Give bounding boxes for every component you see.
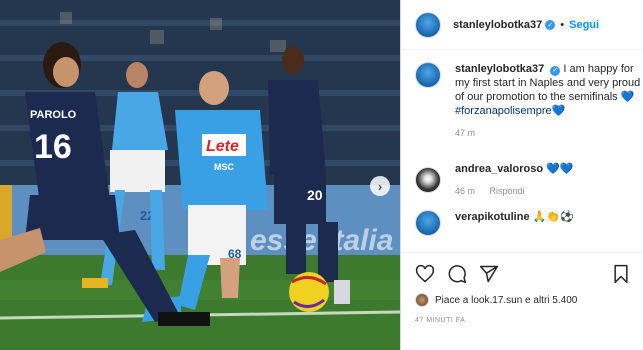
commenter-username[interactable]: andrea_valoroso (455, 163, 543, 175)
post-actions: Piace a look.17.sun e altri 5.400 47 MIN… (401, 252, 643, 324)
verified-badge-icon: ✓ (550, 66, 561, 76)
commenter-username[interactable]: verapikotuline (455, 211, 530, 223)
likes-summary[interactable]: Piace a look.17.sun e altri 5.400 (415, 293, 631, 307)
caption-hashtag[interactable]: #forzanapolisempre (455, 105, 552, 117)
post-side-panel: stanleylobotka37 ✓ • Segui stanleylobotk… (401, 0, 643, 350)
football-match-photo: esse Italia 22 20 Lete MSC 68 PAROLO 16 (0, 0, 400, 350)
comment-icon[interactable] (447, 264, 467, 284)
comment-text: 💙💙 (546, 163, 574, 175)
verified-badge-icon: ✓ (545, 19, 556, 30)
comment-item: verapikotuline 🙏👏⚽ (401, 210, 643, 236)
caption-text-line1: I am happy for (563, 63, 634, 75)
svg-text:MSC: MSC (214, 162, 235, 172)
caption-text-line2: my first start in Naples and very proud (455, 77, 641, 89)
caption-text-line3: of our promotion to the semifinals 💙 (455, 91, 635, 103)
caption-time: 47 m (455, 128, 476, 138)
chevron-right-icon: › (377, 178, 383, 194)
post-header: stanleylobotka37 ✓ • Segui (401, 0, 643, 50)
commenter-avatar[interactable] (415, 210, 441, 236)
author-avatar[interactable] (415, 11, 441, 38)
caption-meta: 47 m (455, 126, 640, 140)
svg-text:16: 16 (34, 128, 72, 166)
football-ball (289, 272, 329, 312)
caption-username[interactable]: stanleylobotka37 (455, 63, 544, 75)
caption-avatar[interactable] (415, 62, 441, 88)
heart-icon[interactable] (415, 264, 435, 284)
comments-list[interactable]: stanleylobotka37 ✓ I am happy for my fir… (401, 62, 643, 244)
comment-time: 46 m (455, 186, 476, 196)
share-icon[interactable] (479, 264, 499, 284)
svg-text:20: 20 (307, 187, 323, 203)
bookmark-icon[interactable] (611, 264, 631, 284)
caption: stanleylobotka37 ✓ I am happy for my fir… (401, 62, 643, 140)
post-timestamp: 47 MINUTI FA (415, 317, 466, 324)
liker-avatar (415, 293, 429, 307)
comment-text: 🙏👏⚽ (532, 211, 574, 223)
author-username[interactable]: stanleylobotka37 (453, 19, 542, 31)
follow-button[interactable]: Segui (569, 19, 599, 31)
commenter-avatar[interactable] (415, 167, 441, 193)
reply-button[interactable]: Rispondi (490, 186, 525, 196)
separator-dot: • (560, 18, 565, 31)
comment-meta: 46 m Rispondi (455, 184, 574, 198)
svg-text:PAROLO: PAROLO (30, 109, 77, 121)
jersey-sponsor: Lete (206, 138, 239, 155)
next-photo-button[interactable]: › (370, 176, 390, 196)
comment-item: andrea_valoroso 💙💙 46 m Rispondi (401, 162, 643, 198)
blue-heart-emoji: 💙 (620, 91, 635, 103)
post-photo[interactable]: esse Italia 22 20 Lete MSC 68 PAROLO 16 … (0, 0, 400, 350)
likes-text: Piace a look.17.sun e altri 5.400 (435, 294, 578, 306)
blue-heart-emoji: 💙 (551, 105, 566, 117)
